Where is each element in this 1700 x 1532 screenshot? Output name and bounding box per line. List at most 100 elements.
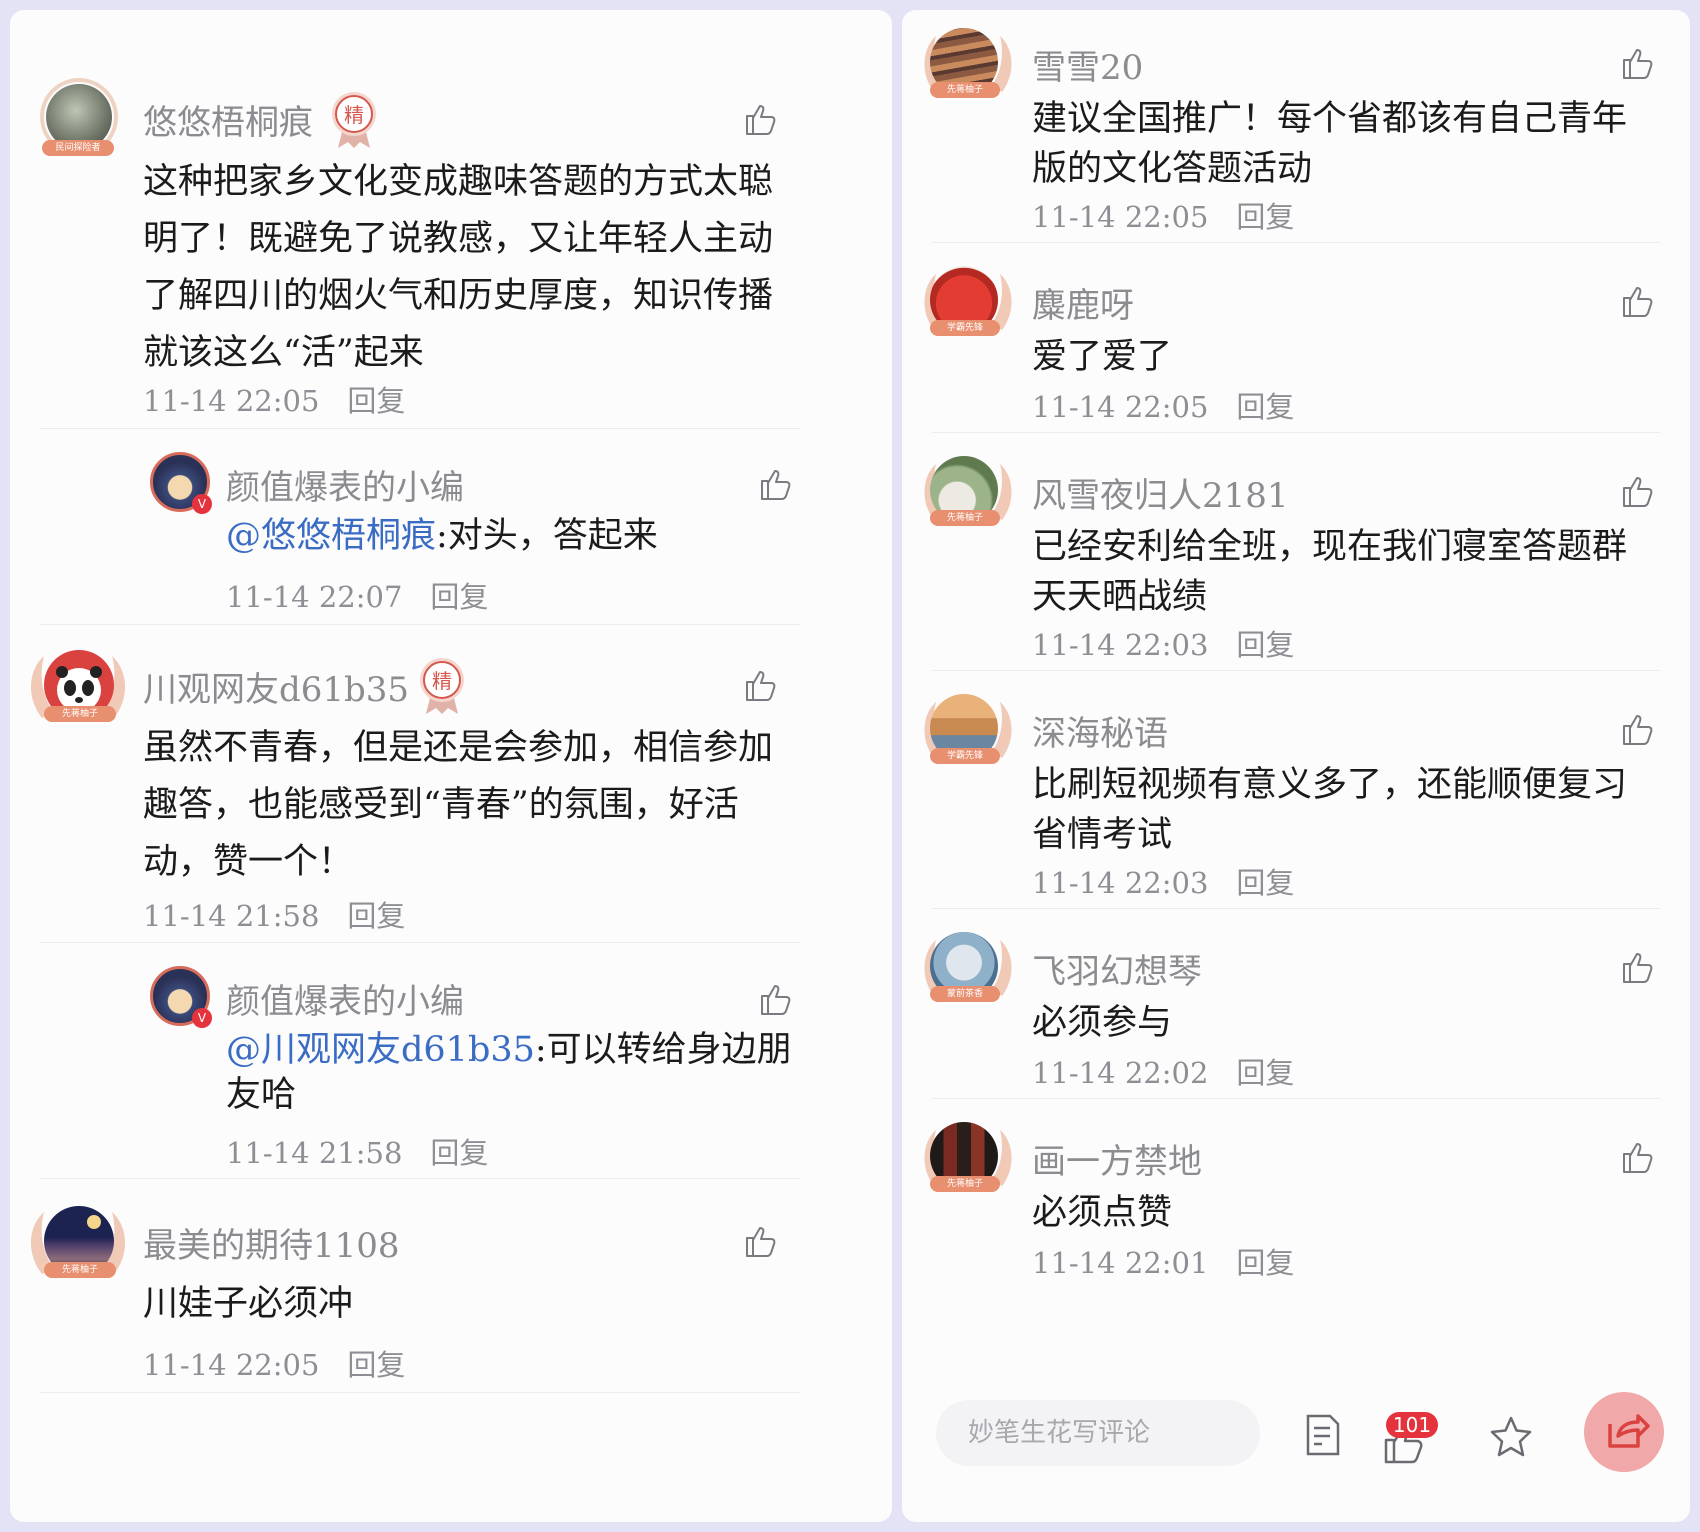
- reply-button[interactable]: 回复: [347, 899, 405, 933]
- thumbs-up-icon[interactable]: [1618, 948, 1656, 986]
- comment-time: 11-14 22:03: [1032, 628, 1209, 662]
- avatar-title-banner: 民间探险者: [42, 140, 114, 156]
- thumbs-up-icon[interactable]: [1618, 44, 1656, 82]
- mention-link[interactable]: @悠悠梧桐痕: [226, 516, 436, 556]
- comment-time: 11-14 22:02: [1032, 1056, 1209, 1090]
- reply-button[interactable]: 回复: [430, 1136, 488, 1170]
- comment-time: 11-14 22:05: [143, 384, 320, 418]
- comment-text: 川娃子必须冲: [143, 1284, 354, 1324]
- divider: [932, 908, 1660, 909]
- divider: [40, 1178, 800, 1179]
- comment-meta: 11-14 22:05 回复: [1032, 384, 1294, 426]
- verified-badge-icon: V: [192, 494, 212, 514]
- comment-time: 11-14 22:05: [1032, 390, 1209, 424]
- comment-text: 比刷短视频有意义多了，还能顺便复习省情考试: [1032, 765, 1628, 855]
- comment-username[interactable]: 飞羽幻想琴: [1032, 944, 1202, 993]
- comment-username[interactable]: 风雪夜归人2181: [1032, 468, 1289, 517]
- comment-text: 爱了爱了: [1032, 337, 1173, 377]
- avatar-title-banner: 先蒋柚子: [930, 82, 1000, 98]
- divider: [932, 242, 1660, 243]
- divider: [932, 670, 1660, 671]
- reply-button[interactable]: 回复: [1236, 390, 1294, 424]
- thumbs-up-icon[interactable]: [1618, 1138, 1656, 1176]
- star-icon[interactable]: [1488, 1414, 1534, 1460]
- comment-time: 11-14 21:58: [143, 899, 320, 933]
- comment-meta: 11-14 22:03 回复: [1032, 622, 1294, 664]
- comment-text: 虽然不青春，但是还是会参加，相信参加趣答，也能感受到“青春”的氛围，好活动，赞一…: [143, 728, 774, 882]
- comment-meta: 11-14 22:01 回复: [1032, 1240, 1294, 1282]
- comment-time: 11-14 22:07: [226, 580, 403, 614]
- divider: [932, 1098, 1660, 1099]
- comment-time: 11-14 22:05: [1032, 200, 1209, 234]
- left-comment-panel: 民间探险者 悠悠梧桐痕 精 这种把家乡文化变成趣味答题的方式太聪明了！既避免了说…: [10, 10, 892, 1522]
- comment-username[interactable]: 颜值爆表的小编: [226, 974, 464, 1023]
- divider: [40, 942, 800, 943]
- divider: [40, 1392, 800, 1393]
- avatar-title-banner: 学霸先锋: [930, 320, 1000, 336]
- comment-meta: 11-14 22:02 回复: [1032, 1050, 1294, 1092]
- reply-button[interactable]: 回复: [347, 384, 405, 418]
- thumbs-up-icon[interactable]: [1618, 282, 1656, 320]
- comment-username[interactable]: 悠悠梧桐痕: [143, 95, 313, 144]
- reply-button[interactable]: 回复: [347, 1348, 405, 1382]
- comment-username[interactable]: 颜值爆表的小编: [226, 460, 464, 509]
- comment-username[interactable]: 最美的期待1108: [143, 1218, 400, 1267]
- featured-badge-icon: 精: [420, 658, 464, 714]
- divider: [40, 624, 800, 625]
- comment-username[interactable]: 川观网友d61b35: [143, 662, 409, 711]
- comment-meta: 11-14 22:03 回复: [1032, 860, 1294, 902]
- reply-button[interactable]: 回复: [430, 580, 488, 614]
- comment-text: 必须点赞: [1032, 1193, 1173, 1233]
- comment-text: 必须参与: [1032, 1003, 1173, 1043]
- reply-text: @川观网友d61b35:可以转给身边朋友哈: [226, 1030, 792, 1115]
- share-icon: [1608, 1414, 1650, 1448]
- reply-button[interactable]: 回复: [1236, 628, 1294, 662]
- comment-input[interactable]: 妙笔生花写评论: [936, 1400, 1260, 1466]
- avatar-title-banner: 先蒋柚子: [930, 1176, 1000, 1192]
- thumbs-up-icon[interactable]: [741, 100, 779, 138]
- comment-text: 建议全国推广！每个省都该有自己青年版的文化答题活动: [1032, 99, 1628, 189]
- comment-meta: 11-14 21:58 回复: [226, 1130, 488, 1172]
- avatar-title-banner: 先蒋柚子: [44, 1262, 116, 1278]
- avatar-title-banner: 先蒋柚子: [930, 510, 1000, 526]
- right-comment-panel: 先蒋柚子 雪雪20 建议全国推广！每个省都该有自己青年版的文化答题活动 11-1…: [902, 10, 1690, 1522]
- thumbs-up-icon[interactable]: [741, 1222, 779, 1260]
- comment-text: 已经安利给全班，现在我们寝室答题群天天晒战绩: [1032, 527, 1628, 617]
- comment-username[interactable]: 雪雪20: [1032, 40, 1143, 89]
- divider: [932, 432, 1660, 433]
- share-button[interactable]: [1584, 1392, 1664, 1472]
- comment-meta: 11-14 21:58 回复: [143, 893, 405, 935]
- comment-meta: 11-14 22:07 回复: [226, 574, 488, 616]
- comment-time: 11-14 22:01: [1032, 1246, 1209, 1280]
- thumbs-up-icon[interactable]: [741, 666, 779, 704]
- comment-time: 11-14 22:03: [1032, 866, 1209, 900]
- reply-button[interactable]: 回复: [1236, 1056, 1294, 1090]
- reply-button[interactable]: 回复: [1236, 1246, 1294, 1280]
- comment-meta: 11-14 22:05 回复: [143, 378, 405, 420]
- thumbs-up-icon[interactable]: [1618, 710, 1656, 748]
- comment-text: 这种把家乡文化变成趣味答题的方式太聪明了！既避免了说教感，又让年轻人主动了解四川…: [143, 162, 774, 373]
- comment-time: 11-14 21:58: [226, 1136, 403, 1170]
- avatar-title-banner: 蒙前茶香: [930, 986, 1000, 1002]
- svg-text:精: 精: [344, 103, 364, 127]
- divider: [40, 428, 800, 429]
- reply-button[interactable]: 回复: [1236, 200, 1294, 234]
- comment-username[interactable]: 深海秘语: [1032, 706, 1168, 755]
- featured-badge-icon: 精: [332, 92, 376, 148]
- avatar-title-banner: 先蒋柚子: [44, 706, 116, 722]
- comment-username[interactable]: 画一方禁地: [1032, 1134, 1202, 1183]
- verified-badge-icon: V: [192, 1008, 212, 1028]
- comment-meta: 11-14 22:05 回复: [1032, 194, 1294, 236]
- reply-text: @悠悠梧桐痕:对头，答起来: [226, 516, 658, 556]
- document-certificate-icon[interactable]: [1300, 1412, 1346, 1458]
- thumbs-up-icon[interactable]: [756, 980, 794, 1018]
- like-count-badge: 101: [1386, 1412, 1438, 1438]
- comment-time: 11-14 22:05: [143, 1348, 320, 1382]
- mention-link[interactable]: @川观网友d61b35: [226, 1030, 535, 1070]
- thumbs-up-icon[interactable]: [756, 465, 794, 503]
- avatar-title-banner: 学霸先锋: [930, 748, 1000, 764]
- thumbs-up-icon[interactable]: [1618, 472, 1656, 510]
- svg-text:精: 精: [432, 669, 452, 693]
- comment-username[interactable]: 麋鹿呀: [1032, 278, 1134, 327]
- reply-button[interactable]: 回复: [1236, 866, 1294, 900]
